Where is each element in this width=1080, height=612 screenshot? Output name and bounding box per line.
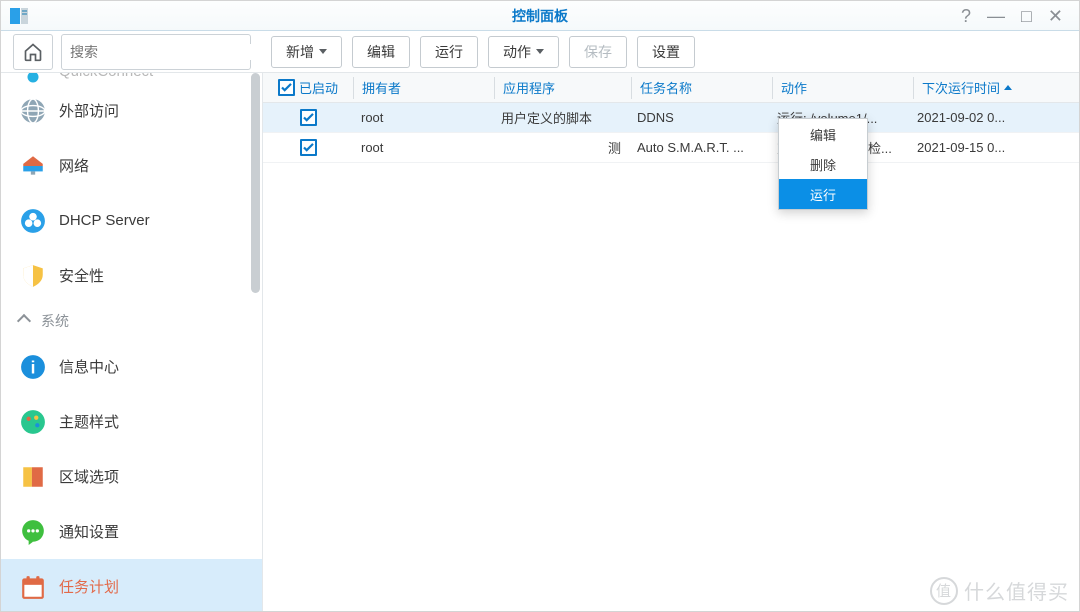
sidebar-item-label: DHCP Server bbox=[59, 212, 150, 229]
cell-nextrun: 2021-09-15 0... bbox=[909, 140, 1047, 155]
minimize-icon[interactable]: — bbox=[987, 7, 1005, 25]
table-row[interactable]: root 用户定义的脚本 DDNS 运行: /volume1/... 2021-… bbox=[263, 103, 1079, 133]
sidebar-item-label: QuickConnect bbox=[59, 73, 153, 80]
sidebar: QuickConnect 外部访问 网络 DHCP Server 安全性 bbox=[1, 73, 263, 611]
sidebar-item-label: 通知设置 bbox=[59, 521, 119, 542]
cell-owner: root bbox=[353, 110, 493, 125]
search-input-wrap[interactable] bbox=[61, 34, 251, 70]
calendar-icon bbox=[19, 573, 47, 601]
watermark-text: 什么值得买 bbox=[964, 576, 1069, 605]
ctx-run[interactable]: 运行 bbox=[779, 179, 867, 209]
cell-owner: root bbox=[353, 140, 493, 155]
sidebar-item-label: 主题样式 bbox=[59, 411, 119, 432]
quickconnect-icon bbox=[19, 73, 47, 91]
sort-asc-icon bbox=[1004, 85, 1012, 90]
cell-app: 测 bbox=[493, 138, 629, 157]
checkbox-checked-icon[interactable] bbox=[300, 139, 317, 156]
scrollbar-thumb[interactable] bbox=[251, 73, 260, 293]
section-label: 系统 bbox=[41, 311, 69, 331]
col-nextrun[interactable]: 下次运行时间 bbox=[914, 78, 1052, 97]
ctx-delete[interactable]: 删除 bbox=[779, 149, 867, 179]
run-button[interactable]: 运行 bbox=[420, 36, 478, 68]
watermark: 值 什么值得买 bbox=[930, 576, 1069, 605]
close-icon[interactable]: ✕ bbox=[1048, 7, 1063, 25]
sidebar-item-quickconnect[interactable]: QuickConnect bbox=[1, 73, 262, 83]
sidebar-item-label: 外部访问 bbox=[59, 100, 119, 121]
sidebar-item-dhcp[interactable]: DHCP Server bbox=[1, 193, 262, 248]
edit-button[interactable]: 编辑 bbox=[352, 36, 410, 68]
table-row[interactable]: root 测 Auto S.M.A.R.T. ... 对所有支持快速检... 2… bbox=[263, 133, 1079, 163]
palette-icon bbox=[19, 408, 47, 436]
col-label: 已启动 bbox=[299, 78, 338, 97]
task-table: 已启动 拥有者 应用程序 任务名称 动作 下次运行时间 root 用户定义的脚本… bbox=[263, 73, 1079, 611]
col-label: 下次运行时间 bbox=[922, 78, 1000, 97]
cell-taskname: Auto S.M.A.R.T. ... bbox=[629, 140, 769, 155]
save-button: 保存 bbox=[569, 36, 627, 68]
svg-text:i: i bbox=[31, 357, 36, 377]
sidebar-item-security[interactable]: 安全性 bbox=[1, 248, 262, 303]
sidebar-item-external[interactable]: 外部访问 bbox=[1, 83, 262, 138]
checkbox-checked-icon[interactable] bbox=[300, 109, 317, 126]
cell-nextrun: 2021-09-02 0... bbox=[909, 110, 1047, 125]
add-button[interactable]: 新增 bbox=[271, 36, 342, 68]
sidebar-item-task[interactable]: 任务计划 bbox=[1, 559, 262, 611]
sidebar-section-system[interactable]: 系统 bbox=[1, 303, 262, 339]
app-icon bbox=[9, 6, 29, 26]
titlebar: 控制面板 ? — □ ✕ bbox=[1, 1, 1079, 31]
window-title: 控制面板 bbox=[512, 6, 568, 26]
col-action[interactable]: 动作 bbox=[773, 78, 913, 97]
col-taskname[interactable]: 任务名称 bbox=[632, 78, 772, 97]
action-label: 动作 bbox=[503, 42, 531, 62]
search-input[interactable] bbox=[70, 44, 251, 60]
window-controls: ? — □ ✕ bbox=[961, 7, 1079, 25]
flag-icon bbox=[19, 463, 47, 491]
caret-down-icon bbox=[319, 49, 327, 54]
info-icon: i bbox=[19, 353, 47, 381]
shield-icon bbox=[19, 262, 47, 290]
chat-icon bbox=[19, 518, 47, 546]
sidebar-item-label: 安全性 bbox=[59, 265, 104, 286]
sidebar-item-notify[interactable]: 通知设置 bbox=[1, 504, 262, 559]
table-header: 已启动 拥有者 应用程序 任务名称 动作 下次运行时间 bbox=[263, 73, 1079, 103]
network-icon bbox=[19, 152, 47, 180]
globe-icon bbox=[19, 97, 47, 125]
toolbar: 新增 编辑 运行 动作 保存 设置 bbox=[1, 31, 1079, 73]
cell-app: 用户定义的脚本 bbox=[493, 108, 629, 127]
col-enabled[interactable]: 已启动 bbox=[263, 78, 353, 97]
sidebar-item-label: 信息中心 bbox=[59, 356, 119, 377]
action-button[interactable]: 动作 bbox=[488, 36, 559, 68]
checkbox-icon bbox=[278, 79, 295, 96]
cell-taskname: DDNS bbox=[629, 110, 769, 125]
caret-down-icon bbox=[536, 49, 544, 54]
col-app[interactable]: 应用程序 bbox=[495, 78, 631, 97]
sidebar-item-label: 任务计划 bbox=[59, 576, 119, 597]
body: QuickConnect 外部访问 网络 DHCP Server 安全性 bbox=[1, 73, 1079, 611]
sidebar-item-network[interactable]: 网络 bbox=[1, 138, 262, 193]
home-button[interactable] bbox=[13, 34, 53, 70]
sidebar-item-info[interactable]: i 信息中心 bbox=[1, 339, 262, 394]
col-owner[interactable]: 拥有者 bbox=[354, 78, 494, 97]
help-icon[interactable]: ? bbox=[961, 7, 971, 25]
settings-button[interactable]: 设置 bbox=[637, 36, 695, 68]
chevron-up-icon bbox=[17, 314, 31, 328]
sidebar-item-theme[interactable]: 主题样式 bbox=[1, 394, 262, 449]
main-panel: 已启动 拥有者 应用程序 任务名称 动作 下次运行时间 root 用户定义的脚本… bbox=[263, 73, 1079, 611]
sidebar-item-label: 区域选项 bbox=[59, 466, 119, 487]
add-label: 新增 bbox=[286, 42, 314, 62]
app-window: 控制面板 ? — □ ✕ 新增 编辑 运行 动作 保存 设置 bbox=[0, 0, 1080, 612]
ctx-edit[interactable]: 编辑 bbox=[779, 119, 867, 149]
watermark-icon: 值 bbox=[930, 577, 958, 605]
dhcp-icon bbox=[19, 207, 47, 235]
sidebar-item-region[interactable]: 区域选项 bbox=[1, 449, 262, 504]
sidebar-item-label: 网络 bbox=[59, 155, 89, 176]
context-menu: 编辑 删除 运行 bbox=[778, 118, 868, 210]
maximize-icon[interactable]: □ bbox=[1021, 7, 1032, 25]
